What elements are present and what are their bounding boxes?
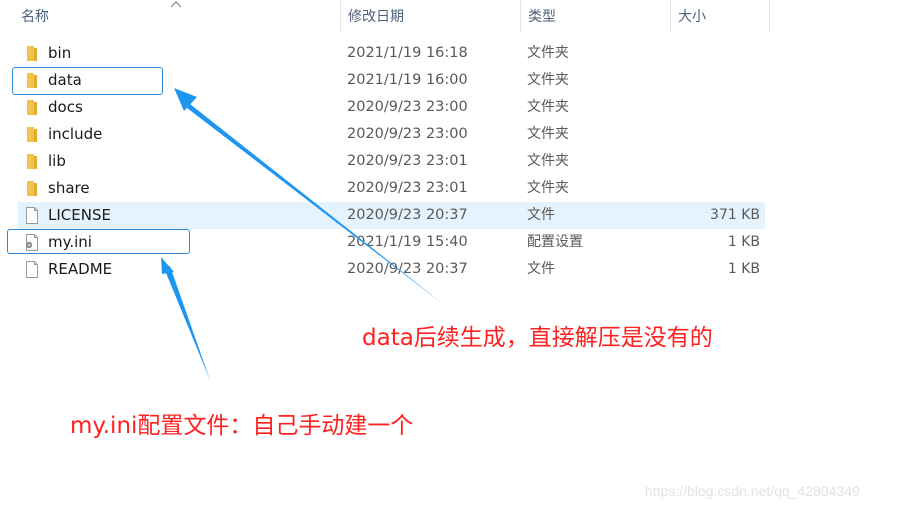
file-type: 文件夹	[527, 126, 569, 142]
file-date: 2020/9/23 23:00	[347, 99, 468, 115]
annotation-box-my-ini	[7, 229, 190, 254]
file-name: README	[48, 260, 113, 278]
folder-icon	[27, 154, 37, 169]
file-name: bin	[48, 44, 72, 62]
file-type: 文件	[527, 207, 555, 223]
folder-icon	[27, 181, 37, 196]
file-date: 2020/9/23 20:37	[347, 207, 468, 223]
file-icon	[26, 207, 38, 224]
column-header-bar: 名称 修改日期 类型 大小	[0, 0, 770, 32]
file-type: 文件夹	[527, 153, 569, 169]
file-row-readme[interactable]: README 2020/9/23 20:37 文件 1 KB	[18, 256, 765, 283]
file-type: 文件夹	[527, 99, 569, 115]
folder-icon	[27, 127, 37, 142]
file-row-docs[interactable]: docs 2020/9/23 23:00 文件夹	[18, 94, 765, 121]
annotation-box-data	[12, 67, 163, 95]
annotation-note-my-ini: my.ini配置文件：自己手动建一个	[70, 413, 414, 439]
annotation-note-data: data后续生成，直接解压是没有的	[362, 325, 713, 351]
file-date: 2020/9/23 23:01	[347, 153, 468, 169]
file-type: 配置设置	[527, 234, 583, 250]
watermark: https://blog.csdn.net/qq_42804349	[645, 483, 860, 499]
file-date: 2021/1/19 16:00	[347, 72, 468, 88]
file-size: 1 KB	[727, 234, 760, 250]
file-type: 文件	[527, 261, 555, 277]
file-type: 文件夹	[527, 45, 569, 61]
file-name: lib	[48, 152, 66, 170]
file-row-share[interactable]: share 2020/9/23 23:01 文件夹	[18, 175, 765, 202]
file-name: share	[48, 179, 90, 197]
file-date: 2020/9/23 23:00	[347, 126, 468, 142]
column-header-type[interactable]: 类型	[520, 0, 670, 32]
file-icon	[26, 261, 38, 278]
chevron-up-icon	[170, 1, 182, 8]
file-row-lib[interactable]: lib 2020/9/23 23:01 文件夹	[18, 148, 765, 175]
file-date: 2021/1/19 15:40	[347, 234, 468, 250]
file-date: 2020/9/23 20:37	[347, 261, 468, 277]
file-date: 2021/1/19 16:18	[347, 45, 468, 61]
file-name: LICENSE	[48, 206, 111, 224]
column-header-date-modified[interactable]: 修改日期	[340, 0, 520, 32]
file-date: 2020/9/23 23:01	[347, 180, 468, 196]
file-row-bin[interactable]: bin 2021/1/19 16:18 文件夹	[18, 40, 765, 67]
arrow-to-my-ini	[164, 266, 210, 380]
file-type: 文件夹	[527, 180, 569, 196]
file-name: include	[48, 125, 103, 143]
file-size: 1 KB	[727, 261, 760, 277]
file-size: 371 KB	[710, 207, 760, 223]
folder-icon	[27, 100, 37, 115]
column-header-size[interactable]: 大小	[670, 0, 770, 32]
file-type: 文件夹	[527, 72, 569, 88]
file-row-license[interactable]: LICENSE 2020/9/23 20:37 文件 371 KB	[18, 202, 765, 229]
folder-icon	[27, 46, 37, 61]
file-row-include[interactable]: include 2020/9/23 23:00 文件夹	[18, 121, 765, 148]
file-name: docs	[48, 98, 83, 116]
